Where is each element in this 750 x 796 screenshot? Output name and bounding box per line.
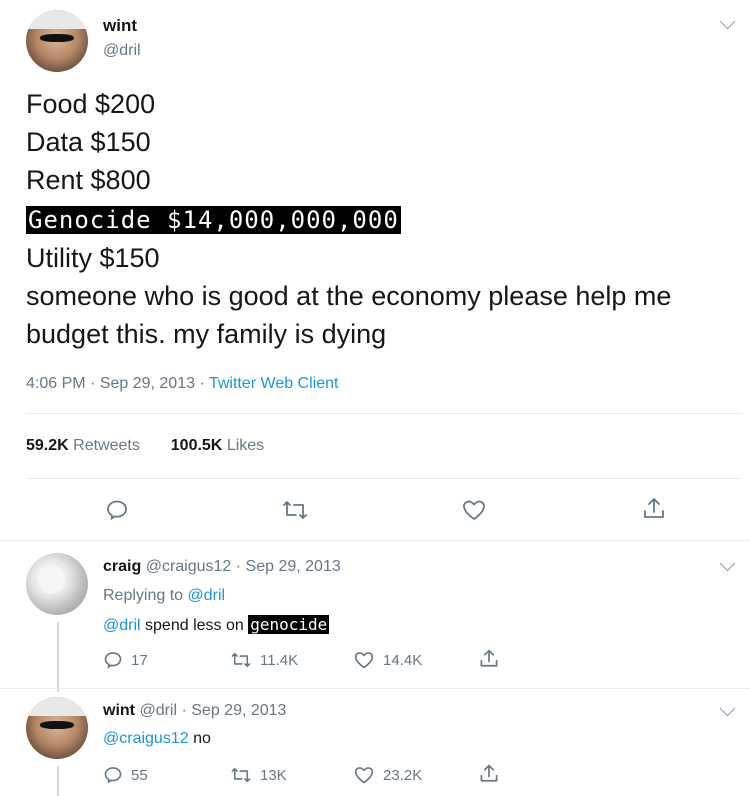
- main-tweet: wint @dril Food $200 Data $150 Rent $800…: [0, 0, 750, 540]
- retweet-icon[interactable]: [281, 498, 309, 522]
- retweet-count: 13K: [260, 766, 287, 784]
- author-meta[interactable]: @dril · Sep 29, 2013: [139, 702, 286, 719]
- reply-icon[interactable]: [105, 498, 129, 522]
- like-action[interactable]: 14.4K: [353, 650, 422, 670]
- likes-count: 100.5K: [170, 437, 223, 454]
- like-count: 14.4K: [383, 651, 423, 669]
- replying-to-link[interactable]: @dril: [188, 587, 226, 604]
- reply-text: no: [188, 730, 211, 747]
- replying-to-prefix: Replying to: [103, 587, 188, 604]
- likes-label: Likes: [226, 437, 265, 454]
- author-meta[interactable]: @craigus12 · Sep 29, 2013: [146, 558, 341, 575]
- replying-to: Replying to @dril: [103, 587, 225, 605]
- tweet-line: Rent $800: [26, 165, 151, 195]
- chevron-down-icon[interactable]: [719, 13, 736, 30]
- tweet-line: Food $200: [26, 89, 156, 119]
- like-icon: [354, 652, 374, 669]
- reply-icon: [104, 652, 122, 669]
- thread-line: [57, 622, 59, 692]
- client-link[interactable]: Twitter Web Client: [209, 375, 339, 392]
- mention-link[interactable]: @craigus12: [103, 730, 189, 747]
- retweet-count: 11.4K: [260, 651, 299, 669]
- author-name[interactable]: wint: [103, 16, 137, 36]
- avatar[interactable]: [26, 697, 88, 759]
- reply-header: craig @craigus12 · Sep 29, 2013: [103, 558, 341, 576]
- engagement-stats: 59.2K Retweets 100.5K Likes: [26, 437, 264, 455]
- like-action[interactable]: 23.2K: [353, 765, 422, 785]
- likes-stat[interactable]: 100.5K Likes: [171, 437, 264, 454]
- reply-count: 17: [131, 651, 148, 669]
- tweet-line-redacted: Genocide $14,000,000,000: [26, 200, 401, 239]
- redacted-text: genocide: [248, 615, 330, 634]
- share-icon[interactable]: [478, 763, 500, 785]
- author-handle[interactable]: @dril: [103, 42, 141, 60]
- tweet-line: budget this. my family is dying: [26, 319, 387, 349]
- reply-action[interactable]: 55: [103, 765, 148, 785]
- avatar[interactable]: [26, 553, 88, 615]
- like-icon[interactable]: [461, 498, 487, 522]
- retweets-stat[interactable]: 59.2K Retweets: [26, 437, 140, 454]
- share-icon[interactable]: [478, 648, 500, 670]
- reply-count: 55: [131, 766, 148, 784]
- chevron-down-icon[interactable]: [719, 700, 736, 717]
- divider: [0, 540, 750, 541]
- like-count: 23.2K: [383, 766, 423, 784]
- divider: [26, 413, 742, 414]
- tweet-line: Utility $150: [26, 243, 160, 273]
- avatar[interactable]: [26, 10, 88, 72]
- reply-text: spend less on: [140, 617, 249, 634]
- retweet-icon: [231, 652, 251, 668]
- reply-body: @craigus12 no: [103, 730, 211, 748]
- author-name[interactable]: wint: [103, 702, 135, 719]
- reply-action[interactable]: 17: [103, 650, 148, 670]
- tweet-line: Data $150: [26, 127, 151, 157]
- share-icon[interactable]: [641, 496, 667, 522]
- retweet-icon: [231, 767, 251, 783]
- tweet-line: someone who is good at the economy pleas…: [26, 281, 672, 311]
- retweet-action[interactable]: 11.4K: [230, 650, 298, 670]
- author-name[interactable]: craig: [103, 558, 141, 575]
- retweets-label: Retweets: [73, 437, 140, 454]
- thread-line: [57, 766, 59, 796]
- divider: [26, 478, 742, 479]
- reply-icon: [104, 767, 122, 784]
- redacted-text: Genocide $14,000,000,000: [26, 206, 401, 234]
- retweet-action[interactable]: 13K: [230, 765, 287, 785]
- like-icon: [354, 767, 374, 784]
- tweet-meta: 4:06 PM · Sep 29, 2013 · Twitter Web Cli…: [26, 375, 338, 393]
- reply-body: @dril spend less on genocide: [103, 615, 330, 635]
- divider: [0, 688, 750, 689]
- timestamp[interactable]: 4:06 PM · Sep 29, 2013 ·: [26, 375, 209, 392]
- reply-header: wint @dril · Sep 29, 2013: [103, 702, 286, 720]
- retweets-count: 59.2K: [26, 437, 69, 454]
- chevron-down-icon[interactable]: [719, 555, 736, 572]
- mention-link[interactable]: @dril: [103, 617, 141, 634]
